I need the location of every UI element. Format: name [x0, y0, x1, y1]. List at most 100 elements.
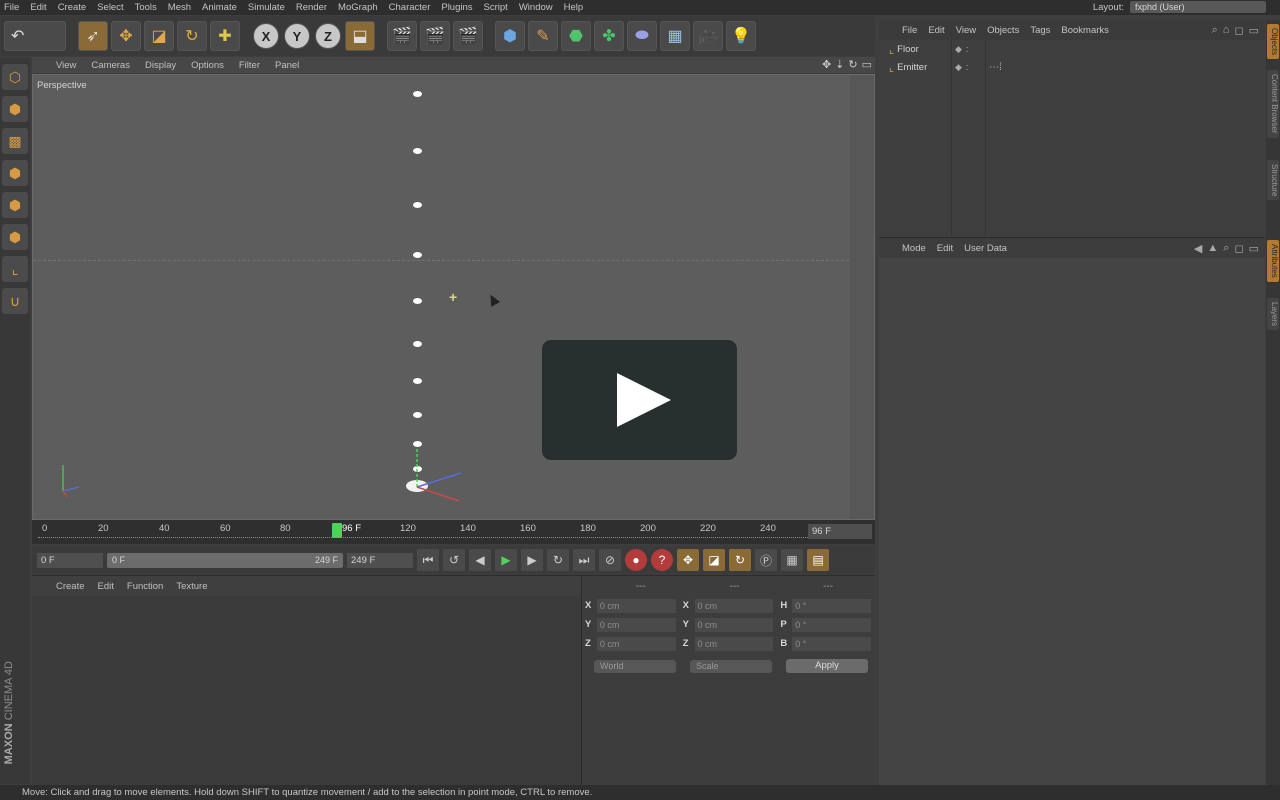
key-rotation-button[interactable]: ↻ — [729, 549, 751, 571]
tab-layers[interactable]: Layers — [1267, 298, 1279, 331]
record-disabled-button[interactable]: ⊘ — [599, 549, 621, 571]
size-mode-dropdown[interactable]: Scale — [690, 659, 772, 673]
spline-pen-button[interactable]: ✎ — [528, 21, 558, 51]
key-position-button[interactable]: ✥ — [677, 549, 699, 571]
viewport-menu-panel[interactable]: Panel — [269, 60, 308, 71]
menu-help[interactable]: Help — [560, 2, 591, 13]
next-key-button[interactable]: ↻ — [547, 549, 569, 571]
menu-select[interactable]: Select — [93, 2, 130, 13]
objects-menu-file[interactable]: File — [899, 25, 925, 36]
orbit-icon[interactable]: ↻ — [848, 58, 857, 71]
material-menu-texture[interactable]: Texture — [172, 581, 216, 592]
previous-key-button[interactable]: ↺ — [443, 549, 465, 571]
play-forward-button[interactable]: ▶ — [495, 549, 517, 571]
coordinate-system-button[interactable]: ⬓ — [345, 21, 375, 51]
subdivision-button[interactable]: ⬣ — [561, 21, 591, 51]
deformer-button[interactable]: ⬬ — [627, 21, 657, 51]
rotation-b-field[interactable]: 0 ° — [792, 636, 872, 651]
autokeying-button[interactable]: ? — [651, 549, 673, 571]
objects-menu-view[interactable]: View — [953, 25, 984, 36]
objects-menu-edit[interactable]: Edit — [925, 25, 952, 36]
tab-objects[interactable]: Objects — [1267, 24, 1279, 60]
home-icon[interactable]: ⌂ — [1223, 24, 1230, 37]
dolly-icon[interactable]: ⇣ — [835, 58, 844, 71]
objects-menu-objects[interactable]: Objects — [984, 25, 1027, 36]
viewport-menu-options[interactable]: Options — [185, 60, 233, 71]
menu-script[interactable]: Script — [480, 2, 515, 13]
objects-menu-bookmarks[interactable]: Bookmarks — [1058, 25, 1117, 36]
viewport-scrollbar[interactable] — [850, 75, 874, 519]
perspective-viewport[interactable]: Perspective + — [32, 74, 875, 520]
new-panel-icon[interactable]: ▭ — [1249, 242, 1259, 255]
timeline-menu-button[interactable]: ▤ — [807, 549, 829, 571]
object-tag-icon[interactable]: ⋯⁞ — [989, 62, 1002, 73]
size-y-field[interactable]: 0 cm — [694, 617, 774, 632]
live-selection-button[interactable]: ➶ — [78, 21, 108, 51]
timeline-ruler[interactable]: 0 20 40 60 80 96 F 120 140 160 180 200 2… — [32, 520, 875, 544]
camera-button[interactable]: 🎥 — [693, 21, 723, 51]
pan-icon[interactable]: ✥ — [822, 58, 831, 71]
coordinate-mode-dropdown[interactable]: World — [594, 659, 676, 673]
render-picture-viewer-button[interactable]: 🎬 — [420, 21, 450, 51]
menu-tools[interactable]: Tools — [131, 2, 164, 13]
menu-create[interactable]: Create — [54, 2, 94, 13]
tab-structure[interactable]: Structure — [1267, 160, 1279, 201]
lock-icon[interactable]: ◻ — [1234, 24, 1243, 37]
maximize-icon[interactable]: ▭ — [862, 58, 872, 71]
menu-edit[interactable]: Edit — [26, 2, 53, 13]
add-object-button[interactable]: ✚ — [210, 21, 240, 51]
light-button[interactable]: 💡 — [726, 21, 756, 51]
attributes-menu-edit[interactable]: Edit — [934, 243, 961, 254]
viewport-menu-cameras[interactable]: Cameras — [85, 60, 139, 71]
menu-mograph[interactable]: MoGraph — [334, 2, 385, 13]
menu-mesh[interactable]: Mesh — [164, 2, 198, 13]
search-icon[interactable]: ⌕ — [1212, 24, 1218, 37]
menu-plugins[interactable]: Plugins — [437, 2, 479, 13]
viewport-menu-filter[interactable]: Filter — [233, 60, 269, 71]
x-axis-lock-button[interactable]: X — [253, 23, 279, 49]
scale-tool-button[interactable]: ◪ — [144, 21, 174, 51]
back-arrow-icon[interactable]: ◀ — [1194, 242, 1202, 255]
render-view-button[interactable]: 🎬 — [387, 21, 417, 51]
mograph-cloner-button[interactable]: ✤ — [594, 21, 624, 51]
menu-simulate[interactable]: Simulate — [244, 2, 292, 13]
go-to-end-button[interactable]: ⏭ — [573, 549, 595, 571]
material-menu-function[interactable]: Function — [123, 581, 172, 592]
texture-mode-button[interactable]: ▩ — [2, 128, 28, 154]
video-play-button[interactable] — [542, 340, 737, 460]
rotation-h-field[interactable]: 0 ° — [792, 598, 872, 613]
menu-window[interactable]: Window — [515, 2, 560, 13]
rotation-p-field[interactable]: 0 ° — [792, 617, 872, 632]
key-pla-button[interactable]: ▦ — [781, 549, 803, 571]
key-scale-button[interactable]: ◪ — [703, 549, 725, 571]
new-panel-icon[interactable]: ▭ — [1249, 24, 1259, 37]
preview-range-slider[interactable]: 0 F 249 F — [107, 552, 343, 568]
visibility-dots[interactable]: ◆: — [955, 62, 972, 73]
position-y-field[interactable]: 0 cm — [596, 617, 676, 632]
next-frame-button[interactable]: ▶ — [521, 549, 543, 571]
undo-button[interactable]: ↶ — [4, 21, 66, 51]
render-settings-button[interactable]: 🎬 — [453, 21, 483, 51]
object-row-floor[interactable]: ⌞ Floor ◆: — [879, 40, 1265, 58]
viewport-menu-display[interactable]: Display — [139, 60, 185, 71]
viewport-menu-view[interactable]: View — [50, 60, 85, 71]
apply-button[interactable]: Apply — [786, 659, 868, 673]
timeline-playhead[interactable] — [332, 523, 342, 538]
search-icon[interactable]: ⌕ — [1223, 242, 1229, 255]
z-axis-lock-button[interactable]: Z — [315, 23, 341, 49]
menu-file[interactable]: File — [0, 2, 26, 13]
key-parameter-button[interactable]: Ⓟ — [755, 549, 777, 571]
menu-render[interactable]: Render — [292, 2, 334, 13]
position-z-field[interactable]: 0 cm — [596, 636, 676, 651]
previous-frame-button[interactable]: ◀ — [469, 549, 491, 571]
menu-animate[interactable]: Animate — [198, 2, 244, 13]
workplane-button[interactable]: ⌞ — [2, 256, 28, 282]
up-arrow-icon[interactable]: ▲ — [1207, 242, 1218, 255]
tab-content-browser[interactable]: Content Browser — [1267, 70, 1279, 138]
point-mode-button[interactable]: ⬢ — [2, 160, 28, 186]
edge-mode-button[interactable]: ⬢ — [2, 192, 28, 218]
min-time-field[interactable]: 0 F — [37, 552, 103, 568]
floor-button[interactable]: ▦ — [660, 21, 690, 51]
objects-menu-tags[interactable]: Tags — [1027, 25, 1058, 36]
snap-button[interactable]: ∪ — [2, 288, 28, 314]
